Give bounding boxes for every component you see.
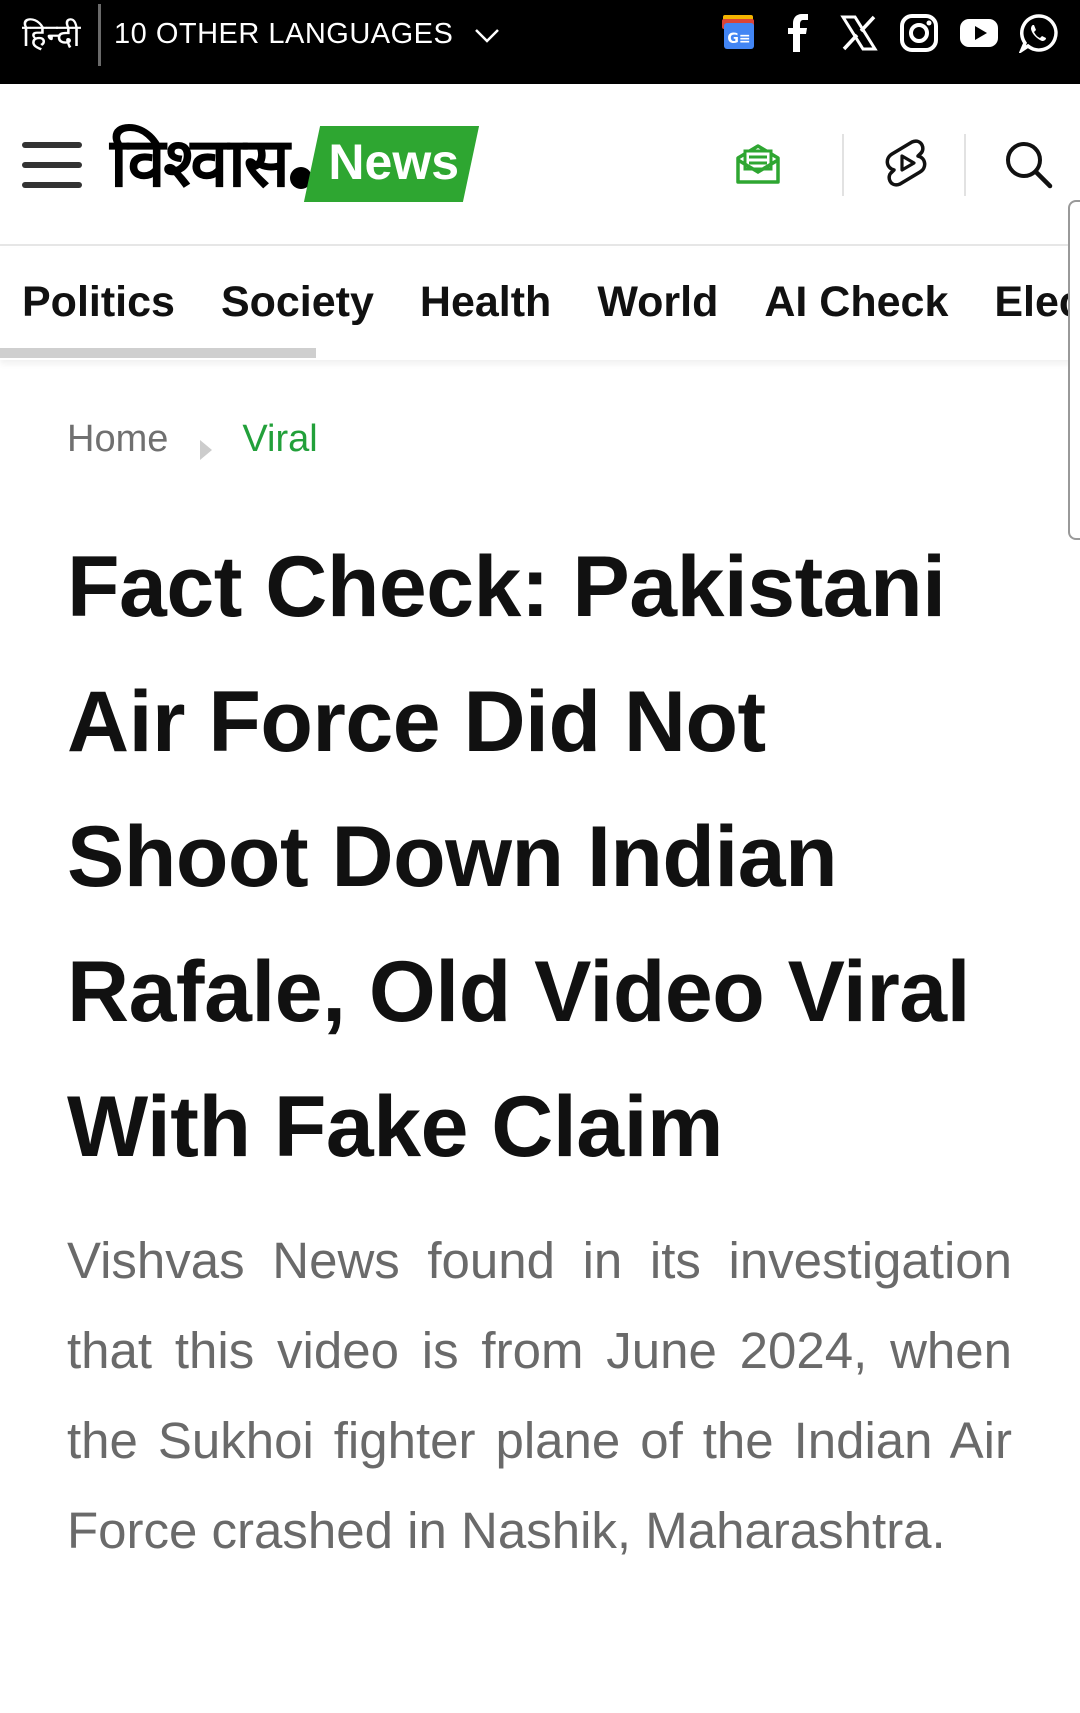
other-languages-dropdown[interactable]: 10 OTHER LANGUAGES bbox=[114, 18, 453, 51]
breadcrumb-arrow-icon bbox=[200, 439, 213, 460]
article-summary: Vishvas News found in its investigation … bbox=[67, 1232, 1012, 1559]
search-icon[interactable] bbox=[1000, 136, 1056, 192]
category-nav: Politics Society Health World AI Check E… bbox=[0, 248, 1080, 360]
site-header: विश्वास News bbox=[0, 84, 1080, 246]
svg-text:G≡: G≡ bbox=[727, 31, 750, 47]
breadcrumb: Home Viral bbox=[67, 418, 318, 461]
logo-hindi-text: विश्वास bbox=[110, 124, 290, 203]
newsletter-icon[interactable] bbox=[730, 136, 786, 192]
whatsapp-icon[interactable] bbox=[1016, 10, 1062, 56]
chevron-down-icon[interactable] bbox=[472, 20, 502, 50]
nav-item-world[interactable]: World bbox=[597, 278, 718, 327]
menu-icon[interactable] bbox=[22, 142, 82, 188]
nav-item-ai-check[interactable]: AI Check bbox=[764, 278, 948, 327]
language-divider bbox=[98, 4, 101, 66]
google-news-icon[interactable]: G≡ bbox=[716, 10, 762, 56]
x-icon[interactable] bbox=[836, 10, 882, 56]
logo-news-badge: News bbox=[303, 126, 479, 202]
hindi-language-link[interactable]: हिन्दी bbox=[22, 14, 81, 56]
nav-item-health[interactable]: Health bbox=[420, 278, 551, 327]
breadcrumb-viral-link[interactable]: Viral bbox=[242, 418, 317, 461]
header-divider bbox=[964, 134, 966, 196]
youtube-icon[interactable] bbox=[956, 10, 1002, 56]
site-logo[interactable]: विश्वास News bbox=[110, 124, 479, 204]
breadcrumb-home-link[interactable]: Home bbox=[67, 418, 168, 461]
instagram-icon[interactable] bbox=[896, 10, 942, 56]
nav-item-politics[interactable]: Politics bbox=[22, 278, 175, 327]
nav-scroll-indicator[interactable] bbox=[0, 348, 316, 358]
facebook-icon[interactable] bbox=[776, 10, 822, 56]
article-headline: Fact Check: Pakistani Air Force Did Not … bbox=[67, 539, 971, 1175]
top-bar: हिन्दी 10 OTHER LANGUAGES G≡ bbox=[0, 0, 1080, 84]
nav-item-society[interactable]: Society bbox=[221, 278, 374, 327]
header-divider bbox=[842, 134, 844, 196]
side-scroll-handle[interactable] bbox=[1068, 200, 1080, 540]
shorts-icon[interactable] bbox=[878, 136, 934, 192]
